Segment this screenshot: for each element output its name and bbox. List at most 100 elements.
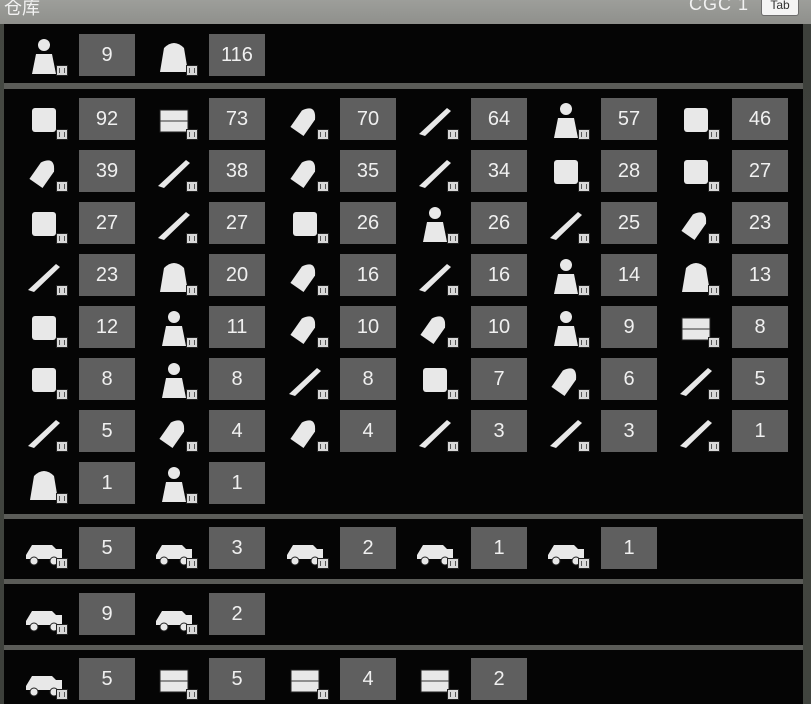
item-count: 9	[601, 306, 657, 348]
shipping-container-icon[interactable]	[283, 658, 329, 702]
crate-badge-icon	[708, 389, 720, 400]
item-count: 2	[209, 593, 265, 635]
first-aid-kit-icon[interactable]	[674, 306, 720, 350]
item-count: 116	[209, 34, 265, 76]
fuel-tank-icon[interactable]	[22, 658, 68, 702]
item-count: 9	[79, 593, 135, 635]
salvage-pile-icon[interactable]	[22, 98, 68, 142]
tank-icon[interactable]	[283, 527, 329, 571]
crate-badge-icon	[708, 181, 720, 192]
item-count: 28	[601, 150, 657, 192]
long-rifle-icon[interactable]	[413, 410, 459, 454]
item-count: 3	[209, 527, 265, 569]
mortar-shell-icon[interactable]	[283, 306, 329, 350]
item-count: 73	[209, 98, 265, 140]
tarp-icon[interactable]	[413, 358, 459, 402]
basic-materials-icon[interactable]	[152, 98, 198, 142]
crate-badge-icon	[56, 493, 68, 504]
barbed-wire-icon[interactable]	[22, 358, 68, 402]
crate-badge-icon	[186, 389, 198, 400]
item-count: 34	[471, 150, 527, 192]
uniform-icon[interactable]	[22, 34, 68, 78]
armored-car-icon[interactable]	[152, 527, 198, 571]
rifle-icon[interactable]	[22, 410, 68, 454]
crate-badge-icon	[708, 129, 720, 140]
mortar-icon[interactable]	[674, 410, 720, 454]
grenade-launcher-icon[interactable]	[283, 358, 329, 402]
flatbed-truck-icon[interactable]	[152, 593, 198, 637]
bucket-icon[interactable]	[22, 462, 68, 506]
section-divider	[4, 514, 803, 519]
rifle-ammo-icon[interactable]	[544, 202, 590, 246]
section-divider	[4, 84, 803, 89]
ammo-drum-icon[interactable]	[22, 150, 68, 194]
item-count: 23	[79, 254, 135, 296]
crate-badge-icon	[578, 233, 590, 244]
bayonet-icon[interactable]	[413, 98, 459, 142]
crate-badge-icon	[317, 558, 329, 569]
engineer-icon[interactable]	[152, 462, 198, 506]
item-count: 1	[601, 527, 657, 569]
crate-badge-icon	[56, 441, 68, 452]
supply-bag-icon[interactable]	[152, 34, 198, 78]
rocket-round-icon[interactable]	[283, 150, 329, 194]
metal-beam-icon[interactable]	[22, 202, 68, 246]
flare-icon[interactable]	[283, 254, 329, 298]
item-count: 1	[209, 462, 265, 504]
knife-icon[interactable]	[413, 254, 459, 298]
medical-case-icon[interactable]	[152, 358, 198, 402]
coat-icon[interactable]	[152, 306, 198, 350]
officer-icon[interactable]	[544, 254, 590, 298]
crate-badge-icon	[186, 129, 198, 140]
medic-icon[interactable]	[413, 202, 459, 246]
soldier-crate-icon[interactable]	[544, 98, 590, 142]
gas-grenade-icon[interactable]	[283, 98, 329, 142]
item-count: 2	[340, 527, 396, 569]
crate-badge-icon	[447, 285, 459, 296]
crate-badge-icon	[186, 233, 198, 244]
section-divider	[4, 579, 803, 584]
sticky-bomb-icon[interactable]	[413, 306, 459, 350]
crate-badge-icon	[56, 65, 68, 76]
tab-key-button[interactable]: Tab	[761, 0, 799, 16]
crate-badge-icon	[317, 389, 329, 400]
item-count: 26	[340, 202, 396, 244]
shell-icon[interactable]	[674, 202, 720, 246]
sandbag-icon[interactable]	[152, 254, 198, 298]
diver-icon[interactable]	[544, 306, 590, 350]
crate-badge-icon	[578, 389, 590, 400]
bus-icon[interactable]	[544, 527, 590, 571]
tripod-icon[interactable]	[22, 306, 68, 350]
binoculars-icon[interactable]	[674, 150, 720, 194]
crane-truck-icon[interactable]	[22, 593, 68, 637]
rockets-icon[interactable]	[283, 410, 329, 454]
item-count: 46	[732, 98, 788, 140]
scout-car-icon[interactable]	[413, 527, 459, 571]
gas-mask-icon[interactable]	[283, 202, 329, 246]
bandage-icon[interactable]	[674, 98, 720, 142]
item-count: 13	[732, 254, 788, 296]
item-count: 5	[79, 410, 135, 452]
small-shell-icon[interactable]	[152, 410, 198, 454]
hammer-icon[interactable]	[674, 358, 720, 402]
crate-badge-icon	[447, 689, 459, 700]
truck-icon[interactable]	[22, 527, 68, 571]
assault-rifle-icon[interactable]	[544, 410, 590, 454]
heavy-shell-icon[interactable]	[544, 358, 590, 402]
sniper-rifle-icon[interactable]	[413, 150, 459, 194]
item-count: 20	[209, 254, 265, 296]
crate-badge-icon	[56, 285, 68, 296]
crate-badge-icon	[708, 233, 720, 244]
document-icon[interactable]	[544, 150, 590, 194]
crate-stack-icon[interactable]	[413, 658, 459, 702]
explosive-rifle-icon[interactable]	[152, 150, 198, 194]
fuel-can-icon[interactable]	[674, 254, 720, 298]
bunker-kit-icon[interactable]	[152, 658, 198, 702]
item-count: 8	[340, 358, 396, 400]
item-count: 27	[209, 202, 265, 244]
crate-badge-icon	[186, 441, 198, 452]
wrench-icon[interactable]	[22, 254, 68, 298]
crate-badge-icon	[447, 233, 459, 244]
shovel-icon[interactable]	[152, 202, 198, 246]
item-count: 23	[732, 202, 788, 244]
